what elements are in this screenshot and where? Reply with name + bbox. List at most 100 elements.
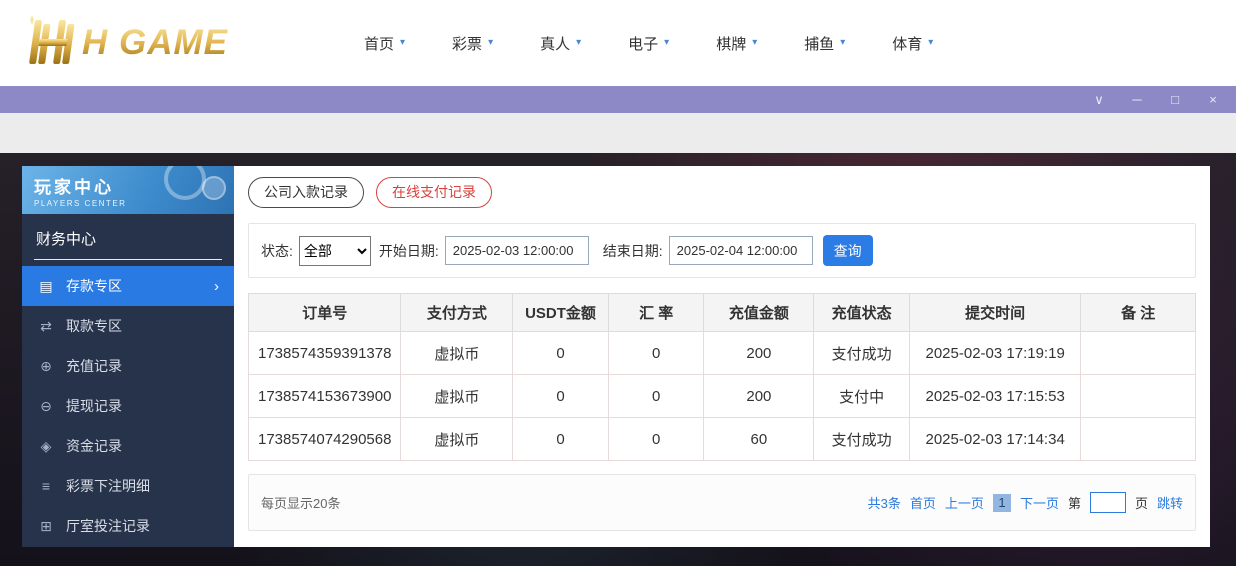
chevron-down-icon: ▾: [576, 38, 581, 48]
column-header-recharge-status: 充值状态: [814, 294, 910, 332]
column-header-order-no: 订单号: [249, 294, 401, 332]
window-chevron-icon[interactable]: ∨: [1092, 93, 1106, 106]
payment-records-table: 订单号 支付方式 USDT金额 汇 率 充值金额 充值状态 提交时间 备 注 1: [248, 293, 1196, 461]
fund-records-icon: ◈: [37, 438, 55, 455]
sidebar-item-withdraw-zone[interactable]: ⇄ 取款专区: [22, 306, 234, 346]
deposit-zone-icon: ▤: [37, 278, 55, 295]
cell-usdt-amount: 0: [513, 418, 609, 461]
pager: 共3条 首页 上一页 1 下一页 第 页 跳转: [868, 492, 1183, 513]
table-header-row: 订单号 支付方式 USDT金额 汇 率 充值金额 充值状态 提交时间 备 注: [249, 294, 1196, 332]
cell-recharge-status: 支付中: [814, 375, 910, 418]
sidebar-item-fund-records[interactable]: ◈ 资金记录: [22, 426, 234, 466]
cell-submit-time: 2025-02-03 17:19:19: [909, 332, 1080, 375]
window-maximize-icon[interactable]: □: [1168, 93, 1182, 106]
per-page-info: 每页显示20条: [261, 493, 340, 512]
cell-usdt-amount: 0: [513, 332, 609, 375]
sidebar-item-lottery-bet-details[interactable]: ≡ 彩票下注明细: [22, 466, 234, 506]
nav-item-lottery[interactable]: 彩票 ▾: [452, 33, 493, 54]
cell-remark: [1081, 375, 1196, 418]
page-number-input[interactable]: [1090, 492, 1126, 513]
sidebar-item-recharge-records[interactable]: ⊕ 充值记录: [22, 346, 234, 386]
current-page-indicator: 1: [993, 494, 1011, 512]
record-tabs: 公司入款记录 在线支付记录: [248, 177, 1196, 208]
cell-exchange-rate: 0: [608, 375, 704, 418]
sidebar-item-deposit-zone[interactable]: ▤ 存款专区 ›: [22, 266, 234, 306]
nav-item-label: 体育: [892, 33, 922, 54]
chevron-down-icon: ▾: [752, 38, 757, 48]
window-close-icon[interactable]: ×: [1206, 93, 1220, 106]
cell-remark: [1081, 418, 1196, 461]
chevron-down-icon: ▾: [840, 38, 845, 48]
table-row: 1738574359391378 虚拟币 0 0 200 支付成功 2025-0…: [249, 332, 1196, 375]
window-title-bar: ∨ ─ □ ×: [0, 86, 1236, 113]
sidebar-section-title: 财务中心: [34, 214, 222, 260]
prev-page-link[interactable]: 上一页: [945, 493, 984, 512]
next-page-link[interactable]: 下一页: [1020, 493, 1059, 512]
content-area: 公司入款记录 在线支付记录 状态: 全部 开始日期: 结束日期: 查询: [234, 166, 1210, 547]
cell-recharge-status: 支付成功: [814, 418, 910, 461]
nav-item-label: 真人: [540, 33, 570, 54]
sidebar-menu: ▤ 存款专区 › ⇄ 取款专区 ⊕ 充值记录 ⊖ 提现记录: [22, 260, 234, 547]
cell-submit-time: 2025-02-03 17:14:34: [909, 418, 1080, 461]
nav-item-electronic[interactable]: 电子 ▾: [628, 33, 669, 54]
chevron-down-icon: ▾: [400, 38, 405, 48]
cell-submit-time: 2025-02-03 17:15:53: [909, 375, 1080, 418]
nav-item-label: 棋牌: [716, 33, 746, 54]
cell-recharge-amount: 60: [704, 418, 814, 461]
recharge-records-icon: ⊕: [37, 358, 55, 375]
main-nav: 首页 ▾ 彩票 ▾ 真人 ▾ 电子 ▾ 棋牌 ▾ 捕鱼 ▾: [364, 33, 933, 54]
sidebar-header: 玩家中心 PLAYERS CENTER: [22, 166, 234, 214]
cell-payment-method: 虚拟币: [401, 332, 513, 375]
end-date-label: 结束日期:: [603, 241, 663, 261]
first-page-link[interactable]: 首页: [910, 493, 936, 512]
status-select[interactable]: 全部: [299, 236, 371, 266]
cell-exchange-rate: 0: [608, 418, 704, 461]
filter-bar: 状态: 全部 开始日期: 结束日期: 查询: [248, 223, 1196, 278]
nav-item-label: 彩票: [452, 33, 482, 54]
cell-exchange-rate: 0: [608, 332, 704, 375]
cell-order-no: 1738574359391378: [249, 332, 401, 375]
nav-item-sports[interactable]: 体育 ▾: [892, 33, 933, 54]
cell-recharge-status: 支付成功: [814, 332, 910, 375]
sidebar-item-label: 充值记录: [66, 356, 122, 376]
column-header-usdt-amount: USDT金额: [513, 294, 609, 332]
sidebar-subtitle: PLAYERS CENTER: [34, 199, 222, 208]
nav-item-boardgames[interactable]: 棋牌 ▾: [716, 33, 757, 54]
top-header: H GAME 首页 ▾ 彩票 ▾ 真人 ▾ 电子 ▾ 棋牌 ▾: [0, 0, 1236, 86]
app-window: H GAME 首页 ▾ 彩票 ▾ 真人 ▾ 电子 ▾ 棋牌 ▾: [0, 0, 1236, 566]
tab-company-deposit-records[interactable]: 公司入款记录: [248, 177, 364, 208]
table-row: 1738574153673900 虚拟币 0 0 200 支付中 2025-02…: [249, 375, 1196, 418]
jump-link[interactable]: 跳转: [1157, 493, 1183, 512]
cell-order-no: 1738574153673900: [249, 375, 401, 418]
cell-remark: [1081, 332, 1196, 375]
sidebar-item-label: 提现记录: [66, 396, 122, 416]
total-count: 共3条: [868, 493, 901, 512]
query-button[interactable]: 查询: [823, 235, 873, 266]
tab-online-payment-records[interactable]: 在线支付记录: [376, 177, 492, 208]
logo-text: H GAME: [82, 23, 228, 63]
column-header-payment-method: 支付方式: [401, 294, 513, 332]
toolbar-strip: [0, 113, 1236, 153]
logo-icon: [20, 14, 78, 73]
nav-item-label: 首页: [364, 33, 394, 54]
sidebar-item-label: 存款专区: [66, 276, 122, 296]
cell-order-no: 1738574074290568: [249, 418, 401, 461]
status-label: 状态:: [261, 241, 293, 261]
brand-logo[interactable]: H GAME: [20, 14, 312, 73]
start-date-input[interactable]: [445, 236, 589, 265]
page-suffix-label: 页: [1135, 493, 1148, 512]
window-minimize-icon[interactable]: ─: [1130, 93, 1144, 106]
sidebar-item-hall-bet-records[interactable]: ⊞ 厅室投注记录: [22, 506, 234, 546]
nav-item-live[interactable]: 真人 ▾: [540, 33, 581, 54]
sidebar-item-withdrawal-records[interactable]: ⊖ 提现记录: [22, 386, 234, 426]
chevron-down-icon: ▾: [488, 38, 493, 48]
nav-item-fishing[interactable]: 捕鱼 ▾: [804, 33, 845, 54]
nav-item-label: 捕鱼: [804, 33, 834, 54]
cell-payment-method: 虚拟币: [401, 375, 513, 418]
nav-item-home[interactable]: 首页 ▾: [364, 33, 405, 54]
page-prefix-label: 第: [1068, 493, 1081, 512]
chevron-right-icon: ›: [214, 278, 219, 295]
end-date-input[interactable]: [669, 236, 813, 265]
hall-bet-records-icon: ⊞: [37, 518, 55, 535]
start-date-label: 开始日期:: [379, 241, 439, 261]
